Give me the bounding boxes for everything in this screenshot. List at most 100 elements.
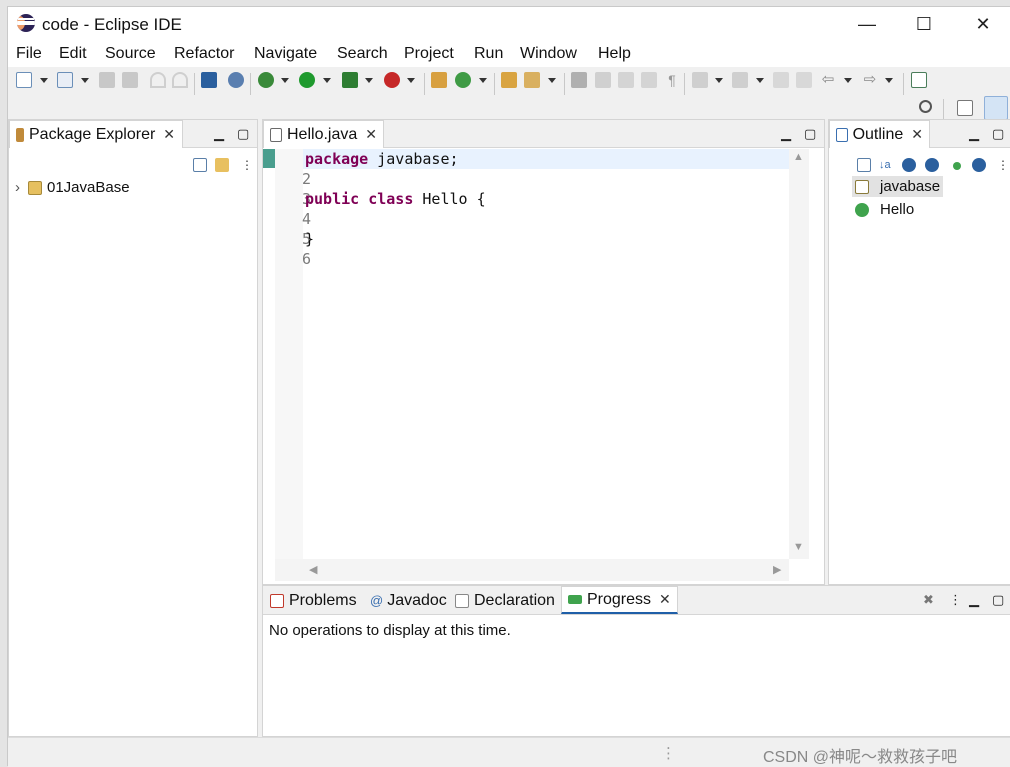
external-tools-icon[interactable]	[384, 72, 400, 88]
new-dropdown-icon[interactable]	[40, 78, 48, 83]
hide-non-public-icon[interactable]	[953, 162, 961, 170]
view-menu-icon[interactable]: ⋮	[241, 158, 253, 172]
new-class-dropdown-icon[interactable]	[479, 78, 487, 83]
view-menu-icon[interactable]: ⋮	[949, 592, 962, 608]
outline-item-package[interactable]: javabase	[852, 176, 944, 197]
close-button[interactable]: ✕	[955, 7, 1010, 41]
new-icon[interactable]	[16, 72, 32, 88]
forward-dropdown-icon[interactable]	[885, 78, 893, 83]
tab-progress[interactable]: Progress ✕	[561, 586, 678, 614]
external-tools-dropdown-icon[interactable]	[407, 78, 415, 83]
close-tab-icon[interactable]: ✕	[163, 126, 175, 143]
coverage-icon[interactable]	[342, 72, 358, 88]
maximize-editor-icon[interactable]: ▢	[804, 126, 816, 142]
menu-source[interactable]: Source	[105, 45, 156, 63]
new-type-dropdown-icon[interactable]	[81, 78, 89, 83]
menu-run[interactable]: Run	[474, 45, 503, 63]
run-dropdown-icon[interactable]	[323, 78, 331, 83]
minimize-view-icon[interactable]: ▁	[969, 126, 979, 142]
show-whitespace-icon[interactable]: ¶	[664, 72, 680, 88]
minimize-view-icon[interactable]: ▁	[969, 592, 979, 608]
minimize-view-icon[interactable]: ▁	[214, 126, 224, 142]
hide-static-icon[interactable]	[925, 158, 939, 172]
expander-icon[interactable]: ›	[15, 179, 20, 196]
minimize-editor-icon[interactable]: ▁	[781, 126, 791, 142]
search-toolbar-icon[interactable]	[228, 72, 244, 88]
block-select-icon[interactable]	[618, 72, 634, 88]
toggle-annotation-icon[interactable]	[571, 72, 587, 88]
code-area[interactable]: package javabase; public class Hello { }	[303, 149, 789, 559]
new-package-icon[interactable]	[431, 72, 447, 88]
debug-icon[interactable]	[258, 72, 274, 88]
menu-file[interactable]: File	[16, 45, 42, 63]
tab-package-explorer[interactable]: Package Explorer ✕	[9, 120, 183, 148]
run-icon[interactable]	[299, 72, 315, 88]
maximize-view-icon[interactable]: ▢	[992, 592, 1004, 608]
pin-editor-icon[interactable]	[911, 72, 927, 88]
forward-icon[interactable]: ⇨	[862, 72, 878, 88]
menu-refactor[interactable]: Refactor	[174, 45, 234, 63]
maximize-view-icon[interactable]: ▢	[992, 126, 1004, 142]
tab-hello-java[interactable]: Hello.java ✕	[263, 120, 384, 148]
status-grip-icon: ⋮	[661, 745, 676, 762]
back-dropdown-icon[interactable]	[844, 78, 852, 83]
open-perspective-icon[interactable]	[957, 100, 973, 116]
new-class-icon[interactable]	[455, 72, 471, 88]
menu-window[interactable]: Window	[520, 45, 577, 63]
close-tab-icon[interactable]: ✕	[659, 591, 671, 608]
tab-outline[interactable]: Outline ✕	[829, 120, 930, 148]
collapse-all-icon[interactable]	[857, 158, 871, 172]
tree-item-project[interactable]: › 01JavaBase	[15, 179, 130, 196]
declaration-icon	[455, 593, 469, 608]
save-icon[interactable]	[99, 72, 115, 88]
hide-fields-icon[interactable]	[902, 158, 916, 172]
new-type-icon[interactable]	[57, 72, 73, 88]
outline-item-class[interactable]: Hello	[855, 201, 914, 218]
scroll-up-icon[interactable]: ▲	[793, 151, 804, 163]
last-edit-next-icon[interactable]	[796, 72, 812, 88]
scroll-left-icon[interactable]: ◀	[309, 563, 317, 576]
link-with-editor-icon[interactable]	[215, 158, 229, 172]
maximize-button[interactable]: ☐	[896, 7, 952, 41]
back-icon[interactable]: ⇦	[820, 72, 836, 88]
scroll-down-icon[interactable]: ▼	[793, 541, 804, 553]
mark-occurrences-icon[interactable]	[595, 72, 611, 88]
previous-annotation-dropdown-icon[interactable]	[756, 78, 764, 83]
debug-dropdown-icon[interactable]	[281, 78, 289, 83]
vertical-scrollbar[interactable]: ▲ ▼	[789, 149, 809, 559]
open-type-icon[interactable]	[501, 72, 517, 88]
search-dropdown-icon[interactable]	[548, 78, 556, 83]
remove-all-finished-icon[interactable]: ✖	[923, 592, 934, 608]
view-menu-icon[interactable]: ⋮	[997, 158, 1009, 172]
collapse-all-icon[interactable]	[193, 158, 207, 172]
previous-annotation-icon[interactable]	[732, 72, 748, 88]
close-tab-icon[interactable]: ✕	[911, 126, 923, 143]
redo-icon[interactable]	[172, 72, 188, 88]
word-wrap-icon[interactable]	[641, 72, 657, 88]
menu-help[interactable]: Help	[598, 45, 631, 63]
coverage-dropdown-icon[interactable]	[365, 78, 373, 83]
horizontal-scrollbar[interactable]: ◀ ▶	[275, 559, 789, 581]
next-annotation-icon[interactable]	[692, 72, 708, 88]
undo-icon[interactable]	[150, 72, 166, 88]
tab-javadoc[interactable]: @ Javadoc	[363, 586, 454, 614]
menu-project[interactable]: Project	[404, 45, 454, 63]
search-flashlight-icon[interactable]	[524, 72, 540, 88]
tab-declaration[interactable]: Declaration	[448, 586, 562, 614]
scroll-right-icon[interactable]: ▶	[773, 563, 781, 576]
menu-navigate[interactable]: Navigate	[254, 45, 317, 63]
next-annotation-dropdown-icon[interactable]	[715, 78, 723, 83]
menu-search[interactable]: Search	[337, 45, 388, 63]
maximize-view-icon[interactable]: ▢	[237, 126, 249, 142]
java-perspective-icon[interactable]	[984, 96, 1008, 120]
minimize-button[interactable]: —	[839, 7, 895, 41]
tab-problems[interactable]: Problems	[263, 586, 364, 614]
search-icon[interactable]	[919, 100, 932, 113]
terminal-icon[interactable]	[201, 72, 217, 88]
save-all-icon[interactable]	[122, 72, 138, 88]
menu-edit[interactable]: Edit	[59, 45, 87, 63]
hide-local-types-icon[interactable]	[972, 158, 986, 172]
sort-icon[interactable]: ↓a	[879, 158, 893, 172]
last-edit-icon[interactable]	[773, 72, 789, 88]
close-tab-icon[interactable]: ✕	[365, 126, 377, 143]
